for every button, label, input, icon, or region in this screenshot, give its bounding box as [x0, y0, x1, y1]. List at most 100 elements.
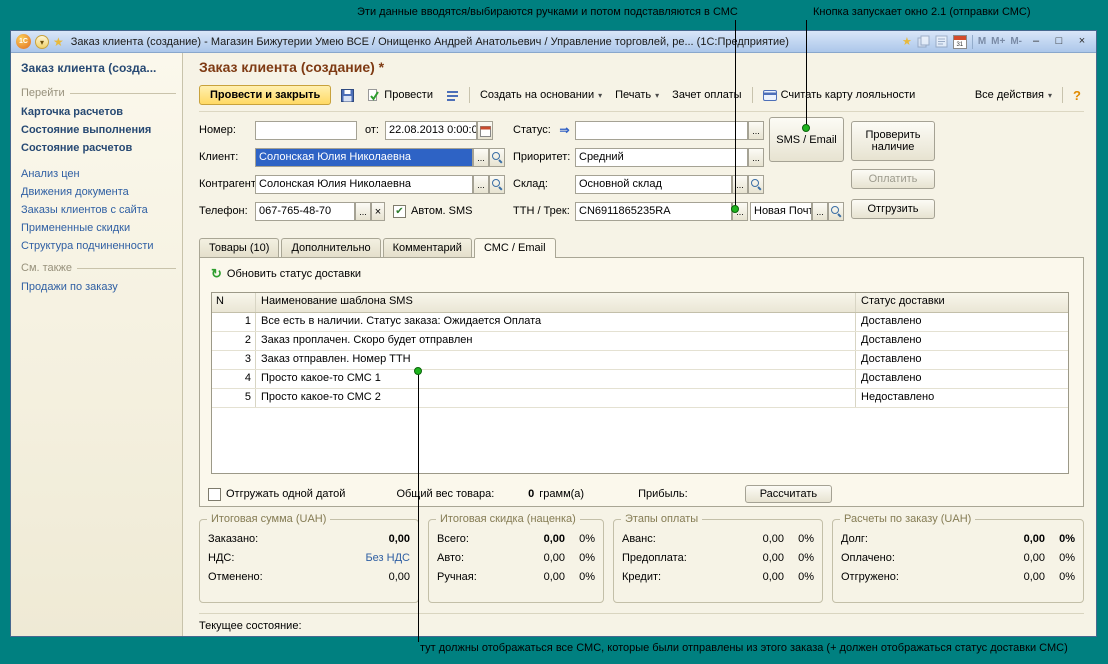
window-titlebar[interactable]: 1С ▾ ★ Заказ клиента (создание) - Магази…	[11, 31, 1096, 53]
sidebar-item-site-orders[interactable]: Заказы клиентов с сайта	[21, 204, 176, 216]
ship-same-date-checkbox[interactable]	[208, 488, 221, 501]
sidebar-item-execution-state[interactable]: Состояние выполнения	[21, 124, 176, 136]
sidebar-item-applied-discounts[interactable]: Примененные скидки	[21, 222, 176, 234]
phone-field[interactable]: 067-765-48-70	[255, 202, 355, 221]
add-favorite-star-icon[interactable]: ★	[902, 35, 912, 48]
history-icon[interactable]	[935, 35, 948, 48]
toolbar: Провести и закрыть Провести Создать на о…	[199, 82, 1084, 112]
status-select-button[interactable]: ...	[748, 121, 764, 140]
column-header-template[interactable]: Наименование шаблона SMS	[256, 293, 856, 312]
all-actions-button[interactable]: Все действия ▾	[972, 87, 1055, 103]
priority-select-button[interactable]: ...	[748, 148, 764, 167]
maximize-button[interactable]: □	[1050, 34, 1068, 50]
sidebar-item-subordination-structure[interactable]: Структура подчиненности	[21, 240, 176, 252]
contractor-field[interactable]: Солонская Юлия Николаевна	[255, 175, 473, 194]
structure-list-button[interactable]	[443, 87, 462, 104]
refresh-delivery-status-button[interactable]: ↻ Обновить статус доставки	[208, 267, 364, 281]
annotation-bottom: тут должны отображаться все СМС, которые…	[420, 642, 1068, 654]
calendar-icon	[480, 126, 491, 137]
client-search-button[interactable]	[489, 148, 505, 167]
phone-clear-button[interactable]: ×	[371, 202, 385, 221]
table-row[interactable]: 5 Просто какое-то СМС 2 Недоставлено	[212, 389, 1068, 408]
create-based-on-button[interactable]: Создать на основании ▾	[477, 87, 605, 103]
ttn-field[interactable]: CN6911865235RA	[575, 202, 732, 221]
calc-memory-m[interactable]: M	[978, 36, 986, 47]
current-state-row: Текущее состояние:	[199, 613, 1084, 632]
ship-button[interactable]: Отгрузить	[851, 199, 935, 219]
payment-offset-button[interactable]: Зачет оплаты	[669, 87, 744, 103]
minimize-button[interactable]: –	[1027, 34, 1045, 50]
calculate-button[interactable]: Рассчитать	[745, 485, 832, 503]
table-row[interactable]: 3 Заказ отправлен. Номер ТТН Доставлено	[212, 351, 1068, 370]
main-menu-button[interactable]: ▾	[35, 35, 49, 49]
sidebar-item-document-movements[interactable]: Движения документа	[21, 186, 176, 198]
sidebar-item-settlement-state[interactable]: Состояние расчетов	[21, 142, 176, 154]
refresh-icon: ↻	[211, 268, 222, 280]
calc-memory-m-plus[interactable]: M+	[991, 36, 1005, 47]
callout-line-ttn	[735, 20, 736, 208]
callout-line-table	[418, 374, 419, 642]
annotation-top-right: Кнопка запускает окно 2.1 (отправки СМС)	[813, 6, 1031, 18]
status-field[interactable]	[575, 121, 748, 140]
client-select-button[interactable]: ...	[473, 148, 489, 167]
date-field[interactable]: 22.08.2013 0:00:00	[385, 121, 477, 140]
post-and-close-button[interactable]: Провести и закрыть	[199, 85, 331, 105]
auto-sms-checkbox[interactable]: ✔	[393, 205, 406, 218]
ordered-value: 0,00	[330, 533, 410, 545]
sidebar-item-price-analysis[interactable]: Анализ цен	[21, 168, 176, 180]
help-button[interactable]: ?	[1070, 88, 1084, 103]
print-button[interactable]: Печать ▾	[612, 87, 662, 103]
tab-additional[interactable]: Дополнительно	[281, 238, 380, 257]
calendar-icon[interactable]: 31	[953, 35, 967, 49]
chevron-down-icon: ▾	[598, 91, 602, 100]
carrier-field[interactable]: Новая Почта	[750, 202, 812, 221]
column-header-n[interactable]: N	[212, 293, 256, 312]
magnifier-icon	[492, 152, 503, 163]
status-go-icon[interactable]: ⇒	[557, 121, 572, 140]
warehouse-field[interactable]: Основной склад	[575, 175, 732, 194]
table-row[interactable]: 2 Заказ проплачен. Скоро будет отправлен…	[212, 332, 1068, 351]
phone-select-button[interactable]: ...	[355, 202, 371, 221]
column-header-status[interactable]: Статус доставки	[856, 293, 1068, 312]
sidebar-item-sales-by-order[interactable]: Продажи по заказу	[21, 281, 176, 293]
tab-sms-email[interactable]: СМС / Email	[474, 238, 556, 258]
chevron-down-icon: ▾	[655, 91, 659, 100]
client-field[interactable]: Солонская Юлия Николаевна	[255, 148, 473, 167]
sidebar-section-see-also: См. также	[21, 262, 176, 274]
table-row[interactable]: 1 Все есть в наличии. Статус заказа: Ожи…	[212, 313, 1068, 332]
group-total-discount: Итоговая скидка (наценка) Всего:0,000% А…	[428, 519, 604, 603]
sms-panel-toolbar: ↻ Обновить статус доставки	[208, 264, 1075, 284]
group-order-settlements: Расчеты по заказу (UAH) Долг:0,000% Опла…	[832, 519, 1084, 603]
date-calendar-button[interactable]	[477, 121, 493, 140]
post-button[interactable]: Провести	[364, 87, 436, 104]
callout-dot-sms-button	[802, 124, 810, 132]
sidebar-item-settlement-card[interactable]: Карточка расчетов	[21, 106, 176, 118]
number-field[interactable]	[255, 121, 357, 140]
favorites-star-icon[interactable]: ★	[53, 35, 64, 49]
contractor-search-button[interactable]	[489, 175, 505, 194]
tab-comment[interactable]: Комментарий	[383, 238, 472, 257]
pay-button[interactable]: Оплатить	[851, 169, 935, 189]
priority-field[interactable]: Средний	[575, 148, 748, 167]
app-window: 1С ▾ ★ Заказ клиента (создание) - Магази…	[10, 30, 1097, 637]
date-label: от:	[365, 121, 379, 140]
close-button[interactable]: ×	[1073, 34, 1091, 50]
cancelled-value: 0,00	[330, 571, 410, 583]
save-button[interactable]	[338, 87, 357, 104]
loyalty-card-button[interactable]: Считать карту лояльности	[760, 87, 919, 103]
contractor-select-button[interactable]: ...	[473, 175, 489, 194]
carrier-select-button[interactable]: ...	[812, 202, 828, 221]
save-icon	[341, 89, 354, 102]
warehouse-search-button[interactable]	[748, 175, 764, 194]
calc-memory-m-minus[interactable]: M-	[1010, 36, 1022, 47]
priority-label: Приоритет:	[513, 148, 570, 167]
sidebar: Заказ клиента (созда... Перейти Карточка…	[11, 53, 183, 636]
list-icon	[446, 89, 459, 102]
links-icon[interactable]	[917, 35, 930, 48]
table-row[interactable]: 4 Просто какое-то СМС 1 Доставлено	[212, 370, 1068, 389]
tab-bar: Товары (10) Дополнительно Комментарий СМ…	[199, 236, 1084, 257]
carrier-search-button[interactable]	[828, 202, 844, 221]
vat-link[interactable]: Без НДС	[330, 552, 410, 564]
tab-goods[interactable]: Товары (10)	[199, 238, 279, 257]
check-availability-button[interactable]: Проверить наличие	[851, 121, 935, 161]
